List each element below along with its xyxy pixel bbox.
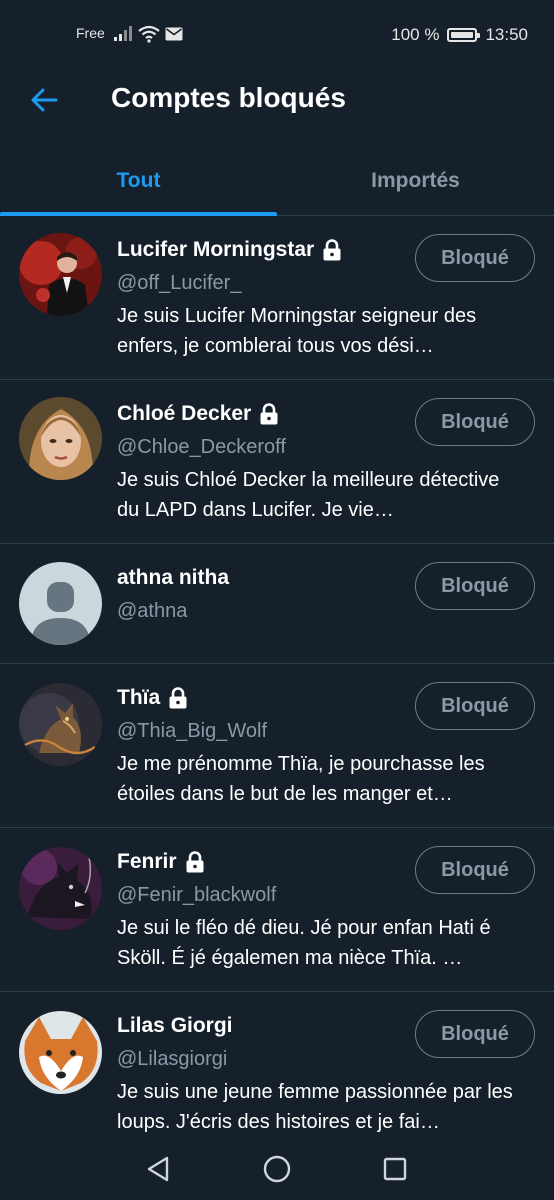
account-name: athna nitha: [117, 566, 230, 589]
lock-icon: [169, 687, 187, 709]
account-handle: @off_Lucifer_: [117, 272, 242, 294]
lock-icon: [260, 403, 278, 425]
app-header: Comptes bloqués: [0, 68, 554, 132]
list-item[interactable]: Lilas Giorgi @Lilasgiorgi Je suis une je…: [0, 992, 554, 1136]
blocked-button[interactable]: Bloqué: [415, 234, 535, 282]
account-handle: @Thia_Big_Wolf: [117, 720, 267, 742]
mail-icon: [165, 27, 183, 41]
account-handle: @athna: [117, 600, 188, 622]
avatar[interactable]: [19, 847, 102, 930]
blocked-button[interactable]: Bloqué: [415, 398, 535, 446]
blocked-accounts-list: Lucifer Morningstar @off_Lucifer_ Je sui…: [0, 216, 554, 1136]
blocked-button[interactable]: Bloqué: [415, 562, 535, 610]
clock: 13:50: [485, 25, 528, 44]
blocked-button-label: Bloqué: [441, 1022, 509, 1045]
blocked-button-label: Bloqué: [441, 574, 509, 597]
nav-back-button[interactable]: [141, 1152, 175, 1186]
blocked-button[interactable]: Bloqué: [415, 846, 535, 894]
home-circle-icon: [263, 1155, 291, 1183]
status-right: 100 % 13:50: [391, 24, 528, 46]
tab-imported-label: Importés: [371, 169, 460, 192]
account-name: Lilas Giorgi: [117, 1014, 233, 1037]
account-bio: Je suis Chloé Decker la meilleure détect…: [117, 469, 500, 521]
list-item[interactable]: Fenrir @Fenir_blackwolf Je sui le fléo d…: [0, 828, 554, 992]
system-nav-bar: [0, 1136, 554, 1200]
account-handle: @Fenir_blackwolf: [117, 884, 277, 906]
list-item[interactable]: athna nitha @athna Bloqué: [0, 544, 554, 664]
back-arrow-icon: [31, 88, 58, 112]
page-title: Comptes bloqués: [111, 82, 346, 113]
signal-icon: [114, 26, 132, 41]
tab-all[interactable]: Tout: [0, 148, 277, 214]
tab-bar: Tout Importés: [0, 148, 554, 216]
name-line: Lucifer Morningstar: [117, 238, 342, 262]
list-item[interactable]: Thïa @Thia_Big_Wolf Je me prénomme Thïa,…: [0, 664, 554, 828]
blocked-button-label: Bloqué: [441, 410, 509, 433]
avatar[interactable]: [19, 397, 102, 480]
name-line: Fenrir: [117, 850, 205, 874]
nav-recents-button[interactable]: [378, 1152, 412, 1186]
account-bio: Je me prénomme Thïa, je pourchasse les é…: [117, 753, 485, 805]
list-item[interactable]: Lucifer Morningstar @off_Lucifer_ Je sui…: [0, 216, 554, 380]
blocked-button-label: Bloqué: [441, 246, 509, 269]
name-line: athna nitha: [117, 566, 229, 590]
lock-icon: [323, 239, 341, 261]
blocked-button-label: Bloqué: [441, 858, 509, 881]
recents-square-icon: [383, 1157, 407, 1181]
name-line: Lilas Giorgi: [117, 1014, 233, 1038]
tab-all-label: Tout: [116, 169, 161, 192]
avatar[interactable]: [19, 683, 102, 766]
account-name: Lucifer Morningstar: [117, 238, 315, 261]
status-bar: Free 100 % 13:50: [0, 0, 554, 68]
account-name: Chloé Decker: [117, 402, 252, 425]
account-bio: Je suis Lucifer Morningstar seigneur des…: [117, 305, 477, 357]
account-handle: @Chloe_Deckeroff: [117, 436, 286, 458]
list-item[interactable]: Chloé Decker @Chloe_Deckeroff Je suis Ch…: [0, 380, 554, 544]
account-name: Thïa: [117, 686, 161, 709]
tab-imported[interactable]: Importés: [277, 148, 554, 214]
account-name: Fenrir: [117, 850, 177, 873]
carrier-label: Free: [76, 25, 105, 41]
blocked-button[interactable]: Bloqué: [415, 1010, 535, 1058]
avatar[interactable]: [19, 233, 102, 316]
lock-icon: [186, 851, 204, 873]
back-button[interactable]: [24, 80, 64, 120]
wifi-icon: [138, 25, 160, 43]
status-icons: [113, 24, 183, 44]
battery-percent: 100 %: [391, 25, 440, 44]
account-bio: Je sui le fléo dé dieu. Jé pour enfan Ha…: [117, 917, 491, 969]
avatar[interactable]: [19, 562, 102, 645]
nav-home-button[interactable]: [260, 1152, 294, 1186]
battery-icon: [447, 28, 481, 42]
name-line: Chloé Decker: [117, 402, 279, 426]
account-bio: Je suis une jeune femme passionnée par l…: [117, 1081, 513, 1133]
avatar[interactable]: [19, 1011, 102, 1094]
blocked-button-label: Bloqué: [441, 694, 509, 717]
account-handle: @Lilasgiorgi: [117, 1048, 228, 1070]
name-line: Thïa: [117, 686, 188, 710]
back-triangle-icon: [147, 1156, 169, 1182]
blocked-button[interactable]: Bloqué: [415, 682, 535, 730]
